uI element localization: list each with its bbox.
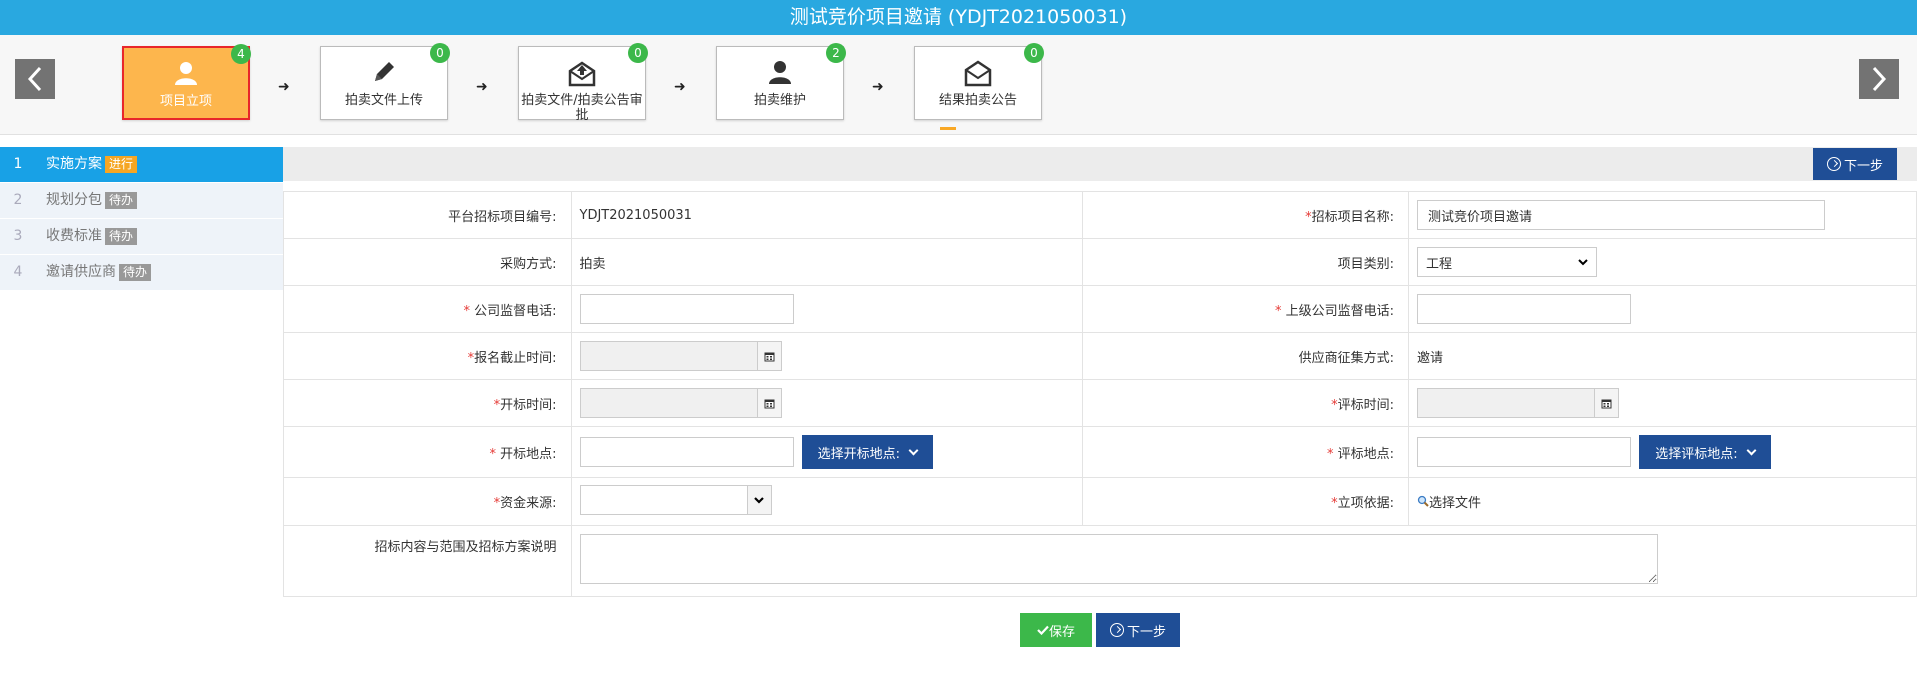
sidebar-item-invite-suppliers[interactable]: 4 邀请供应商 待办 — [0, 255, 283, 291]
arrow-circle-icon — [1826, 157, 1841, 171]
project-name-input[interactable] — [1417, 200, 1826, 230]
signup-deadline-picker — [579, 341, 782, 371]
supplier-method-label: 供应商征集方式: — [1082, 332, 1410, 380]
chevron-down-icon — [1746, 445, 1757, 455]
user-icon — [717, 59, 843, 87]
status-tag: 待办 — [105, 191, 138, 209]
menu-item-number: 2 — [13, 192, 23, 208]
chevron-down-icon — [747, 484, 772, 515]
menu-item-number: 4 — [13, 264, 23, 280]
step-auction-maintenance[interactable]: 拍卖维护 2 — [716, 43, 846, 120]
step-count-badge: 0 — [430, 43, 450, 63]
step-result-announcement[interactable]: 结果拍卖公告 0 — [914, 43, 1044, 120]
page-title: 测试竞价项目邀请 (YDJT2021050031) — [0, 0, 1917, 35]
purchase-method-label: 采购方式: — [283, 238, 572, 286]
sidebar-menu: 1 实施方案 进行 2 规划分包 待办 3 收费标准 待办 4 邀请供应商 待办 — [0, 147, 283, 291]
open-place-label: 开标地点: — [500, 446, 557, 462]
menu-item-number: 3 — [13, 228, 23, 244]
arrow-right-icon: ➜ — [674, 79, 686, 95]
current-step-marker — [940, 127, 956, 130]
open-time-label: 开标时间: — [500, 397, 557, 413]
scope-description-textarea[interactable] — [579, 534, 1658, 584]
project-name-label: 招标项目名称: — [1311, 209, 1395, 225]
step-auction-approval[interactable]: 拍卖文件/拍卖公告审批 0 — [518, 43, 648, 123]
company-phone-label: 公司监督电话: — [474, 303, 557, 319]
choose-file-link[interactable]: 选择文件 — [1417, 495, 1481, 511]
step-auction-file-upload[interactable]: 拍卖文件上传 0 — [320, 43, 450, 120]
step-count-badge: 2 — [826, 43, 846, 63]
checkmark-icon — [1037, 625, 1049, 635]
panel-toolbar: 下一步 — [283, 147, 1917, 181]
project-type-label: 项目类别: — [1082, 238, 1410, 286]
calendar-icon[interactable] — [757, 341, 782, 371]
platform-no-label: 平台招标项目编号: — [283, 191, 572, 239]
open-place-input[interactable] — [579, 437, 794, 467]
menu-item-label: 实施方案 进行 — [46, 147, 138, 182]
chevron-right-icon — [1872, 66, 1887, 92]
step-label: 结果拍卖公告 — [938, 93, 1017, 108]
user-icon — [124, 60, 248, 88]
status-tag: 进行 — [105, 155, 138, 173]
step-label: 拍卖文件上传 — [344, 93, 423, 108]
prev-arrow-button[interactable] — [15, 59, 55, 99]
save-button[interactable]: 保存 — [1020, 613, 1092, 647]
chevron-down-icon — [1578, 259, 1588, 266]
sidebar-item-implementation-plan[interactable]: 1 实施方案 进行 — [0, 147, 283, 183]
signup-deadline-input[interactable] — [579, 341, 758, 371]
status-tag: 待办 — [119, 263, 152, 281]
eval-time-label: 评标时间: — [1337, 397, 1395, 413]
choose-open-place-button[interactable]: 选择开标地点: — [801, 435, 934, 469]
workflow-steps: 项目立项 4 ➜ 拍卖文件上传 0 ➜ 拍卖文件/拍卖公告审批 0 ➜ 拍卖维护… — [0, 35, 1917, 135]
calendar-icon[interactable] — [1595, 388, 1620, 418]
eval-place-input[interactable] — [1417, 437, 1632, 467]
calendar-icon[interactable] — [757, 388, 782, 418]
scope-label: 招标内容与范围及招标方案说明 — [283, 525, 572, 597]
step-label: 拍卖维护 — [753, 93, 806, 108]
status-tag: 待办 — [105, 227, 138, 245]
menu-item-label: 邀请供应商 待办 — [46, 255, 152, 290]
envelope-upload-icon — [519, 59, 645, 87]
arrow-right-icon: ➜ — [872, 79, 884, 95]
sidebar-item-package-planning[interactable]: 2 规划分包 待办 — [0, 183, 283, 219]
step-label: 拍卖文件/拍卖公告审批 — [521, 93, 643, 123]
step-count-badge: 0 — [1024, 43, 1044, 63]
basis-label: 立项依据: — [1337, 496, 1395, 511]
magnifier-icon — [1417, 495, 1429, 507]
fund-source-label: 资金来源: — [500, 496, 557, 511]
supplier-method-value: 邀请 — [1408, 332, 1917, 380]
platform-no-value: YDJT2021050031 — [570, 191, 1084, 239]
open-time-input[interactable] — [579, 388, 758, 418]
parent-phone-input[interactable] — [1417, 294, 1632, 324]
envelope-icon — [915, 59, 1041, 87]
purchase-method-value: 拍卖 — [570, 238, 1084, 286]
project-form: 平台招标项目编号: YDJT2021050031 *招标项目名称: 采购方式: … — [283, 191, 1917, 597]
menu-item-label: 规划分包 待办 — [46, 183, 138, 218]
project-type-select[interactable]: 工程 — [1417, 247, 1598, 277]
eval-time-picker — [1417, 388, 1620, 418]
choose-eval-place-button[interactable]: 选择评标地点: — [1639, 435, 1771, 469]
menu-item-number: 1 — [13, 156, 23, 172]
next-arrow-button[interactable] — [1859, 59, 1899, 99]
next-step-button-top[interactable]: 下一步 — [1813, 148, 1897, 180]
parent-phone-label: 上级公司监督电话: — [1285, 303, 1395, 319]
signup-deadline-label: 报名截止时间: — [474, 350, 557, 366]
menu-item-label: 收费标准 待办 — [46, 219, 138, 254]
pencil-icon — [321, 59, 447, 87]
sidebar-item-fee-standard[interactable]: 3 收费标准 待办 — [0, 219, 283, 255]
arrow-circle-icon — [1109, 623, 1124, 637]
step-count-badge: 4 — [231, 44, 251, 64]
chevron-down-icon — [908, 445, 919, 455]
chevron-left-icon — [27, 66, 42, 92]
step-label: 项目立项 — [159, 94, 212, 109]
company-phone-input[interactable] — [579, 294, 794, 324]
eval-time-input[interactable] — [1417, 388, 1596, 418]
eval-place-label: 评标地点: — [1337, 446, 1395, 462]
step-project-setup[interactable]: 项目立项 4 — [122, 44, 251, 120]
fund-source-select[interactable] — [579, 484, 772, 515]
next-step-button-bottom[interactable]: 下一步 — [1096, 613, 1180, 647]
step-count-badge: 0 — [628, 43, 648, 63]
arrow-right-icon: ➜ — [476, 79, 488, 95]
open-time-picker — [579, 388, 782, 418]
arrow-right-icon: ➜ — [278, 79, 290, 95]
